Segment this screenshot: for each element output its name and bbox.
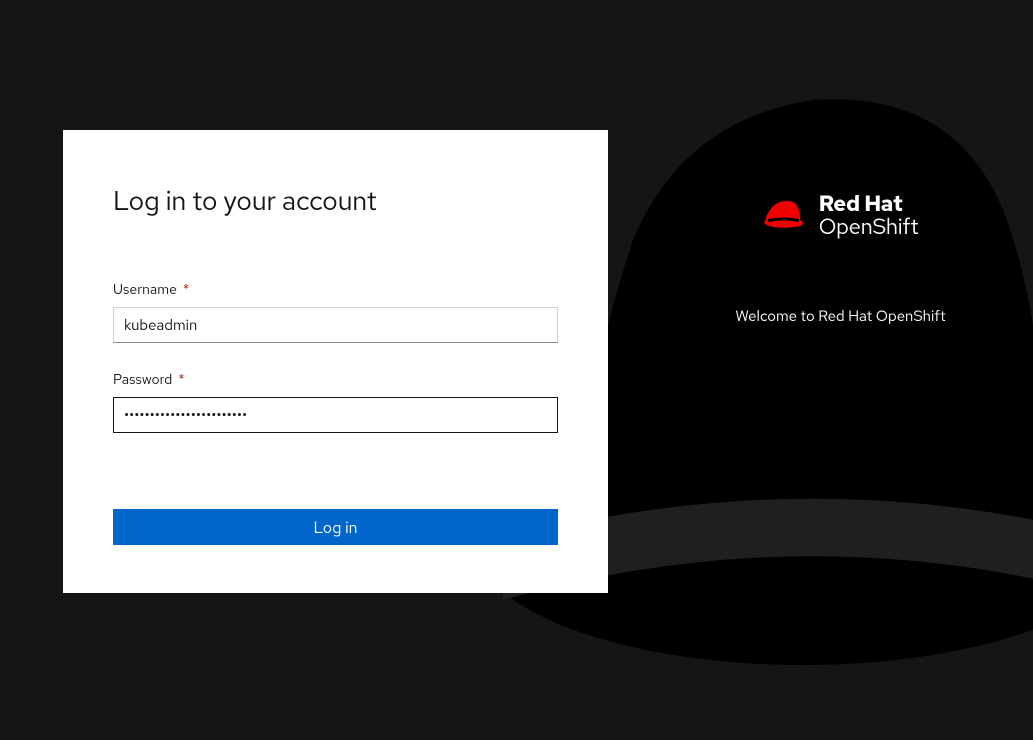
password-group: Password * [113,371,558,433]
required-star-icon: * [178,373,184,387]
login-button[interactable]: Log in [113,509,558,545]
welcome-text: Welcome to Red Hat OpenShift [735,306,945,326]
login-card: Log in to your account Username * Passwo… [63,130,608,593]
required-star-icon: * [183,283,189,297]
password-label: Password [113,371,172,389]
brand-panel: Red Hat OpenShift Welcome to Red Hat Ope… [608,192,1033,326]
password-input[interactable] [113,397,558,433]
redhat-fedora-icon [763,197,805,234]
username-label: Username [113,281,177,299]
brand-logo: Red Hat OpenShift [763,192,919,238]
login-title: Log in to your account [113,184,558,219]
username-group: Username * [113,281,558,343]
brand-line2: OpenShift [819,215,919,238]
username-input[interactable] [113,307,558,343]
